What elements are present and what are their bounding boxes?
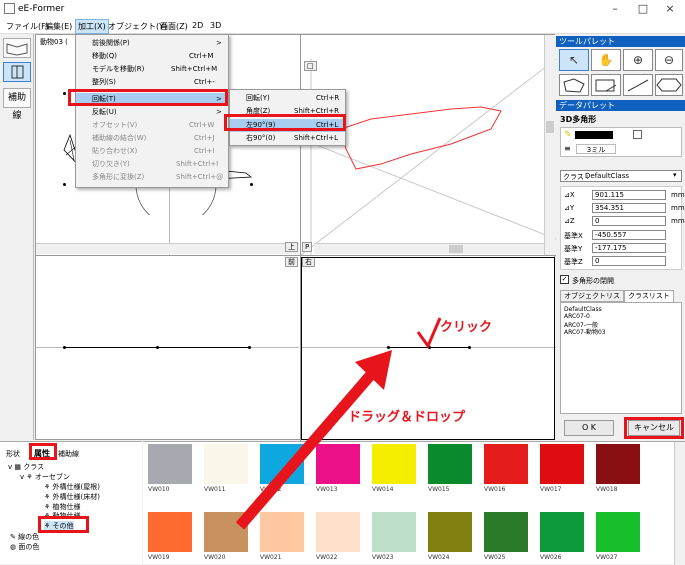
drag-drop-annotation: ドラッグ＆ドロップ	[348, 410, 466, 425]
click-annotation: クリック	[440, 320, 493, 335]
annotation-overlay	[235, 317, 442, 530]
